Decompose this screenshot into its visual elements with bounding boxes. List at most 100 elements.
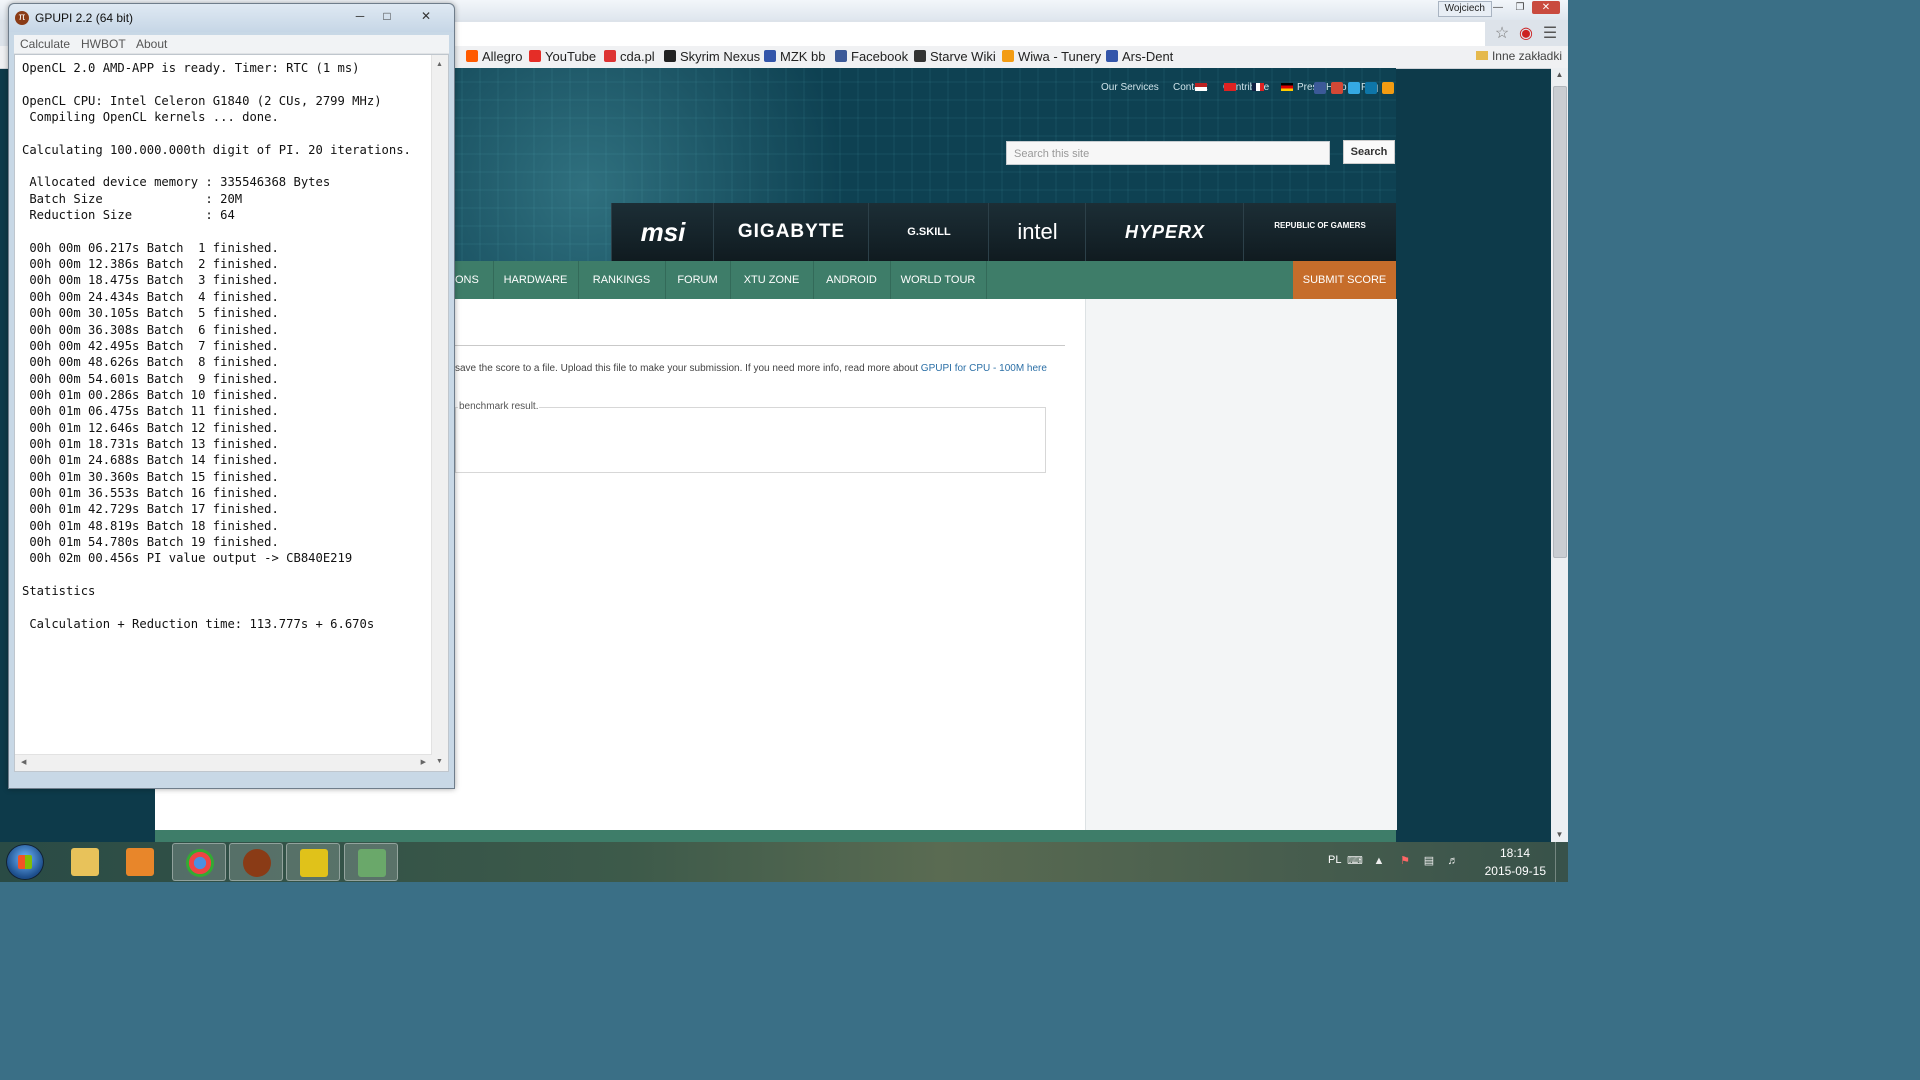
scroll-left-icon[interactable]: ◀	[21, 758, 26, 766]
sponsor-hyperx[interactable]: HYPERX	[1085, 203, 1244, 261]
system-tray: PL ⌨ ▲ ⚑ ▤ ♬ 18:14 2015-09-15	[1318, 842, 1568, 882]
linkedin-icon[interactable]	[1365, 82, 1377, 94]
network-icon[interactable]: ▤	[1422, 854, 1436, 868]
flag-us-icon[interactable]	[1195, 83, 1207, 91]
bookmark-starve-wiki[interactable]: Starve Wiki	[914, 49, 996, 65]
scroll-right-icon[interactable]: ▶	[421, 758, 426, 766]
folder-icon	[1475, 51, 1488, 60]
nav-item-forum[interactable]: FORUM	[665, 261, 731, 299]
language-indicator[interactable]: PL	[1328, 854, 1341, 866]
page-scrollbar[interactable]: ▲ ▼	[1551, 68, 1568, 842]
gpupi-info-link[interactable]: GPUPI for CPU - 100M here	[921, 363, 1047, 374]
clock-time[interactable]: 18:14	[1500, 846, 1530, 860]
taskbar: PL ⌨ ▲ ⚑ ▤ ♬ 18:14 2015-09-15	[0, 842, 1568, 882]
taskbar-gpupi[interactable]	[229, 843, 283, 881]
gpupi-logo-icon: π	[15, 11, 29, 25]
scroll-up-icon[interactable]: ▲	[1551, 68, 1568, 82]
nav-item-android[interactable]: ANDROID	[813, 261, 891, 299]
gpupi-menubar: Calculate HWBOT About	[14, 35, 449, 54]
scroll-thumb[interactable]	[1553, 86, 1567, 558]
nav-item-xtu-zone[interactable]: XTU ZONE	[730, 261, 814, 299]
nav-item-competitions[interactable]: ONS	[455, 261, 494, 299]
result-upload-box[interactable]	[455, 407, 1046, 473]
bookmark-youtube[interactable]: YouTube	[529, 49, 596, 65]
flag-de-icon[interactable]	[1281, 83, 1293, 91]
facebook-icon[interactable]	[1314, 82, 1326, 94]
volume-icon[interactable]: ♬	[1446, 854, 1460, 868]
allegro-icon	[466, 50, 478, 62]
menu-icon[interactable]: ☰	[1540, 24, 1560, 44]
taskbar-chrome[interactable]	[172, 843, 226, 881]
bookmark-cda[interactable]: cda.pl	[604, 49, 655, 65]
close-button[interactable]: ✕	[1532, 1, 1560, 14]
wiwa-icon	[1002, 50, 1014, 62]
sponsor-intel[interactable]: intel	[988, 203, 1086, 261]
bookmark-ars-dent[interactable]: Ars-Dent	[1106, 49, 1173, 65]
submit-score-button[interactable]: SUBMIT SCORE	[1293, 261, 1396, 299]
taskbar-media-player[interactable]	[113, 843, 167, 881]
gpupi-icon	[243, 849, 271, 877]
taskbar-asrock-cpu[interactable]	[286, 843, 340, 881]
starve-icon	[914, 50, 926, 62]
output-vertical-scrollbar[interactable]: ▲ ▼	[431, 55, 448, 771]
scroll-up-icon[interactable]: ▲	[436, 61, 443, 68]
menu-hwbot[interactable]: HWBOT	[81, 37, 126, 51]
taskbar-snipping-tool[interactable]	[344, 843, 398, 881]
gpupi-close-button[interactable]: ✕	[413, 7, 439, 25]
divider	[455, 345, 1065, 346]
action-center-icon[interactable]: ⚑	[1398, 854, 1412, 868]
scroll-down-icon[interactable]: ▼	[1551, 828, 1568, 842]
explorer-icon	[71, 848, 99, 876]
output-horizontal-scrollbar[interactable]: ◀ ▶	[15, 754, 432, 771]
menu-calculate[interactable]: Calculate	[20, 37, 70, 51]
facebook-icon	[835, 50, 847, 62]
nav-item-hardware[interactable]: HARDWARE	[493, 261, 579, 299]
bookmark-skyrim-nexus[interactable]: Skyrim Nexus	[664, 49, 760, 65]
nav-item-rankings[interactable]: RANKINGS	[578, 261, 666, 299]
nexus-icon	[664, 50, 676, 62]
taskbar-explorer[interactable]	[58, 843, 112, 881]
nav-item-world-tour[interactable]: WORLD TOUR	[890, 261, 987, 299]
address-bar[interactable]	[455, 22, 1485, 47]
gpupi-title: GPUPI 2.2 (64 bit)	[35, 11, 134, 25]
sponsor-msi[interactable]: msi	[611, 203, 714, 261]
minimize-button[interactable]: —	[1490, 1, 1506, 14]
scroll-down-icon[interactable]: ▼	[436, 758, 443, 765]
start-button[interactable]	[6, 844, 44, 880]
other-bookmarks[interactable]: Inne zakładki	[1475, 49, 1562, 63]
mzk-icon	[764, 50, 776, 62]
star-icon[interactable]: ☆	[1492, 24, 1512, 44]
flag-cn-icon[interactable]	[1224, 83, 1236, 91]
profile-button[interactable]: Wojciech	[1437, 1, 1492, 17]
bookmark-facebook[interactable]: Facebook	[835, 49, 908, 65]
gpupi-window: π GPUPI 2.2 (64 bit) ─ □ ✕ Calculate HWB…	[8, 3, 455, 789]
bookmark-allegro[interactable]: Allegro	[466, 49, 522, 65]
flag-fr-icon[interactable]	[1252, 83, 1264, 91]
twitter-icon[interactable]	[1348, 82, 1360, 94]
restore-button[interactable]: ❐	[1512, 1, 1528, 14]
link-our-services[interactable]: Our Services	[1101, 82, 1159, 93]
cda-icon	[604, 50, 616, 62]
footer-strip	[155, 830, 1396, 842]
snipping-tool-icon	[358, 849, 386, 877]
bookmark-mzk[interactable]: MZK bb	[764, 49, 826, 65]
site-search-button[interactable]: Search	[1343, 140, 1395, 164]
gpupi-titlebar[interactable]: π GPUPI 2.2 (64 bit) ─ □ ✕	[9, 4, 454, 32]
site-search-input[interactable]: Search this site	[1006, 141, 1330, 165]
clock-date[interactable]: 2015-09-15	[1485, 864, 1546, 878]
gpupi-minimize-button[interactable]: ─	[349, 7, 371, 25]
sponsor-gigabyte[interactable]: GIGABYTE	[713, 203, 869, 261]
show-desktop-button[interactable]	[1555, 842, 1568, 882]
gpupi-maximize-button[interactable]: □	[376, 7, 398, 25]
bookmark-wiwa[interactable]: Wiwa - Tunery	[1002, 49, 1101, 65]
google-plus-icon[interactable]	[1331, 82, 1343, 94]
sponsor-rog[interactable]: REPUBLIC OF GAMERS	[1243, 203, 1396, 261]
extension-icon[interactable]: ◉	[1516, 24, 1536, 44]
keyboard-icon[interactable]: ⌨	[1347, 854, 1363, 868]
menu-about[interactable]: About	[136, 37, 167, 51]
gpupi-output-panel[interactable]: OpenCL 2.0 AMD-APP is ready. Timer: RTC …	[14, 54, 449, 772]
show-hidden-icons-icon[interactable]: ▲	[1372, 854, 1386, 868]
rss-icon[interactable]	[1382, 82, 1394, 94]
sponsor-gskill[interactable]: G.SKILL	[868, 203, 989, 261]
upload-legend: benchmark result.	[458, 401, 540, 412]
